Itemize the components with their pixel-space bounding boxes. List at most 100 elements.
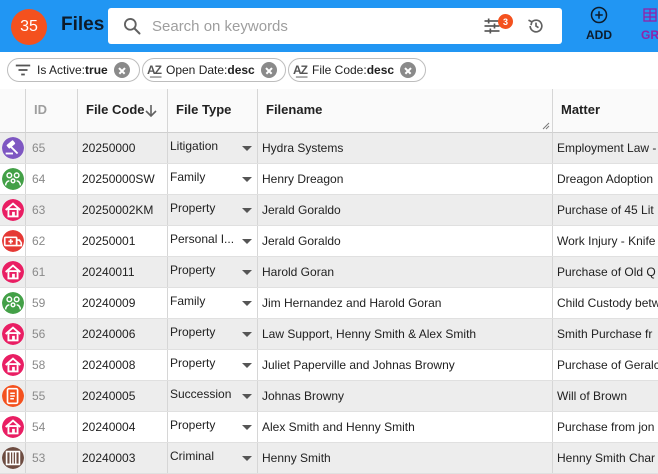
ambulance-icon [2,230,24,252]
cell-id: 64 [26,164,78,194]
row-icon-cell [0,288,26,318]
file-type-value: Litigation [170,139,219,153]
column-header-matter[interactable]: Matter [553,89,658,133]
file-type-value: Property [170,263,216,277]
close-icon[interactable] [260,62,277,78]
cell-file-type-select[interactable]: Property [168,195,258,225]
sort-chip-open-date[interactable]: A͟Z Open Date:desc [142,58,286,82]
table-row[interactable]: 56 20240006 Property Law Support, Henny Smi… [0,319,658,350]
cell-id: 56 [26,319,78,349]
dropdown-arrow-icon[interactable] [242,363,252,368]
family-icon [2,168,24,190]
cell-file-code: 20250000SW [78,164,168,194]
dropdown-arrow-icon[interactable] [242,270,252,275]
cell-filename: Jerald Goraldo [258,226,553,256]
table-row[interactable]: 58 20240008 Property Juliet Paperville and … [0,350,658,381]
row-icon-cell [0,195,26,225]
dropdown-arrow-icon[interactable] [242,208,252,213]
cell-file-code: 20250002KM [78,195,168,225]
cell-filename: Alex Smith and Henny Smith [258,412,553,442]
file-type-value: Property [170,201,216,215]
column-header-id[interactable]: ID [26,89,78,133]
column-header-icon [0,89,26,133]
file-type-value: Family [170,170,206,184]
table-row[interactable]: 53 20240003 Criminal Henny Smith Henny Smith… [0,443,658,474]
cell-filename: Law Support, Henny Smith & Alex Smith [258,319,553,349]
file-type-value: Family [170,294,206,308]
cell-matter: Henny Smith Char [557,451,656,465]
dropdown-arrow-icon[interactable] [242,146,252,151]
filter-chip-is-active[interactable]: Is Active:true [7,58,140,82]
cell-file-code: 20240005 [78,381,168,411]
cell-file-type-select[interactable]: Personal I... [168,226,258,256]
search-icon [124,18,141,35]
cell-file-code: 20250001 [78,226,168,256]
cell-file-type-select[interactable]: Property [168,350,258,380]
cell-file-code: 20240009 [78,288,168,318]
add-button[interactable]: ADD [580,4,618,48]
row-icon-cell [0,350,26,380]
search-input[interactable] [152,15,452,37]
prison-icon [2,447,24,469]
column-header-file-code[interactable]: File Code [78,89,168,133]
cell-matter: Purchase of 45 Lit [557,203,654,217]
file-type-value: Property [170,325,216,339]
chip-label: File Code: [312,63,367,77]
row-icon-cell [0,226,26,256]
close-icon[interactable] [400,62,417,78]
file-type-value: Succession [170,387,232,401]
file-type-value: Personal I... [170,232,235,246]
cell-file-type-select[interactable]: Property [168,412,258,442]
table-row[interactable]: 55 20240005 Succession Johnas Browny Will of… [0,381,658,412]
chip-label: Is Active: [37,63,86,77]
dropdown-arrow-icon[interactable] [242,332,252,337]
table-row[interactable]: 63 20250002KM Property Jerald Goraldo Purcha… [0,195,658,226]
resize-handle-icon[interactable] [542,122,550,130]
house-icon [2,261,24,283]
table-row[interactable]: 59 20240009 Family Jim Hernandez and Harold… [0,288,658,319]
group-button[interactable]: GR [638,4,658,48]
cell-matter: Purchase of Geralc [557,358,658,372]
cell-filename: Johnas Browny [258,381,553,411]
table-row[interactable]: 61 20240011 Property Harold Goran Purchase o… [0,257,658,288]
dropdown-arrow-icon[interactable] [242,394,252,399]
cell-matter: Smith Purchase fr [557,327,653,341]
table-row[interactable]: 64 20250000SW Family Henry Dreagon Dreagon A… [0,164,658,195]
cell-file-type-select[interactable]: Succession [168,381,258,411]
cell-file-type-select[interactable]: Family [168,164,258,194]
table-row[interactable]: 65 20250000 Litigation Hydra Systems Employm… [0,133,658,164]
cell-file-type-select[interactable]: Litigation [168,133,258,163]
search-bar[interactable]: 3 [108,8,562,44]
cell-file-type-select[interactable]: Family [168,288,258,318]
row-icon-cell [0,133,26,163]
cell-file-code: 20240004 [78,412,168,442]
cell-file-type-select[interactable]: Property [168,257,258,287]
dropdown-arrow-icon[interactable] [242,301,252,306]
dropdown-arrow-icon[interactable] [242,177,252,182]
dropdown-arrow-icon[interactable] [242,456,252,461]
cell-id: 65 [26,133,78,163]
row-icon-cell [0,319,26,349]
dropdown-arrow-icon[interactable] [242,425,252,430]
cell-file-type-select[interactable]: Criminal [168,443,258,473]
history-icon[interactable] [526,16,546,36]
cell-file-type-select[interactable]: Property [168,319,258,349]
table-row[interactable]: 54 20240004 Property Alex Smith and Henny S… [0,412,658,443]
close-icon[interactable] [113,62,130,78]
dropdown-arrow-icon[interactable] [242,239,252,244]
column-header-filename[interactable]: Filename [258,89,553,133]
chip-value: desc [227,63,255,77]
column-header-file-type[interactable]: File Type [168,89,258,133]
cell-filename: Hydra Systems [258,133,553,163]
cell-filename: Juliet Paperville and Johnas Browny [258,350,553,380]
chip-value: desc [366,63,395,77]
cell-matter: Child Custody betw [557,296,658,310]
gavel-icon [2,137,24,159]
table-row[interactable]: 62 20250001 Personal I... Jerald Goraldo Wor… [0,226,658,257]
sort-chip-file-code[interactable]: A͟Z File Code:desc [288,58,426,82]
cell-id: 53 [26,443,78,473]
row-icon-cell [0,257,26,287]
cell-filename: Jerald Goraldo [258,195,553,225]
cell-file-code: 20250000 [78,133,168,163]
cell-id: 62 [26,226,78,256]
